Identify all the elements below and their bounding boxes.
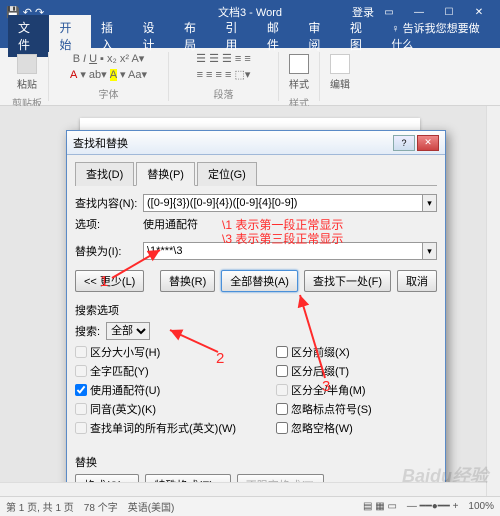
lbl-suffix: 区分后缀(T) <box>291 363 349 379</box>
lbl-ignore-punct: 忽略标点符号(S) <box>291 401 372 417</box>
styles-icon <box>289 54 309 74</box>
tell-me[interactable]: ♀ 告诉我您想要做什么 <box>381 16 500 56</box>
tab-references[interactable]: 引用 <box>215 15 256 57</box>
find-dropdown[interactable]: ▾ <box>423 194 437 212</box>
button-row: << 更少(L) 替换(R) 全部替换(A) 查找下一处(F) 取消 <box>75 270 437 292</box>
tab-design[interactable]: 设计 <box>132 15 173 57</box>
font-color-controls[interactable]: A▾ ab▾ A▾ Aa▾ <box>70 68 147 81</box>
lbl-ignore-space: 忽略空格(W) <box>291 420 353 436</box>
chk-sounds-like <box>75 403 87 415</box>
scrollbar-horizontal[interactable] <box>0 482 486 496</box>
tab-find[interactable]: 查找(D) <box>75 162 134 186</box>
chk-ignore-space[interactable] <box>276 422 288 434</box>
search-dir-label: 搜索: <box>75 323 100 339</box>
replace-all-button[interactable]: 全部替换(A) <box>221 270 298 292</box>
tab-review[interactable]: 审阅 <box>298 15 339 57</box>
lbl-sounds-like: 同音(英文)(K) <box>90 401 156 417</box>
app-title: 文档3 - Word <box>218 4 282 20</box>
options-value: 使用通配符 <box>143 216 198 232</box>
group-clipboard: 粘贴 剪贴板 <box>6 52 49 101</box>
chk-match-case <box>75 346 87 358</box>
find-next-button[interactable]: 查找下一处(F) <box>304 270 391 292</box>
view-buttons[interactable]: ▤ ▦ ▭ <box>363 501 397 512</box>
tab-view[interactable]: 视图 <box>340 15 381 57</box>
group-font: B I U ▪ x₂ x² A▾ A▾ ab▾ A▾ Aa▾ 字体 <box>49 52 169 101</box>
dialog-help-button[interactable]: ? <box>393 135 415 151</box>
chk-full-half <box>276 384 288 396</box>
styles-label: 样式 <box>289 76 309 91</box>
chk-prefix[interactable] <box>276 346 288 358</box>
chk-ignore-punct[interactable] <box>276 403 288 415</box>
scrollbar-vertical[interactable] <box>486 106 500 496</box>
styles-button[interactable]: 样式 <box>285 52 313 93</box>
statusbar: 第 1 页, 共 1 页 78 个字 英语(美国) ▤ ▦ ▭ — ━━●━━ … <box>0 496 500 516</box>
dialog-title: 查找和替换 <box>73 135 128 151</box>
status-lang[interactable]: 英语(美国) <box>128 499 175 514</box>
status-words[interactable]: 78 个字 <box>84 499 118 514</box>
chk-suffix[interactable] <box>276 365 288 377</box>
tab-goto[interactable]: 定位(G) <box>197 162 257 186</box>
options-label: 选项: <box>75 216 143 232</box>
dialog-body: 查找(D) 替换(P) 定位(G) 查找内容(N): ▾ 选项: 使用通配符 替… <box>67 155 445 504</box>
chk-whole-word <box>75 365 87 377</box>
editing-button[interactable]: 编辑 <box>326 52 354 93</box>
replace-label: 替换为(I): <box>75 243 143 259</box>
tab-home[interactable]: 开始 <box>49 15 90 57</box>
align-controls[interactable]: ≡ ≡ ≡ ≡ ⬚▾ <box>197 68 251 81</box>
list-controls[interactable]: ☰ ☰ ☰ ≡ ≡ <box>196 52 251 65</box>
paste-label: 粘贴 <box>17 76 37 91</box>
group-styles: 样式 样式 <box>279 52 320 101</box>
lbl-whole-word: 全字匹配(Y) <box>90 363 149 379</box>
editing-label: 编辑 <box>330 76 350 91</box>
less-button[interactable]: << 更少(L) <box>75 270 144 292</box>
font-label: 字体 <box>99 86 119 101</box>
paste-button[interactable]: 粘贴 <box>13 52 41 93</box>
find-label: 查找内容(N): <box>75 195 143 211</box>
lbl-wildcards: 使用通配符(U) <box>90 382 160 398</box>
chk-all-forms <box>75 422 87 434</box>
tab-layout[interactable]: 布局 <box>174 15 215 57</box>
search-options-label: 搜索选项 <box>75 302 437 318</box>
replace-dropdown[interactable]: ▾ <box>423 242 437 260</box>
replace-button[interactable]: 替换(R) <box>160 270 215 292</box>
lbl-full-half: 区分全/半角(M) <box>291 382 366 398</box>
chk-wildcards[interactable] <box>75 384 87 396</box>
lbl-all-forms: 查找单词的所有形式(英文)(W) <box>90 420 236 436</box>
tab-mailings[interactable]: 邮件 <box>257 15 298 57</box>
dialog-close-button[interactable]: ✕ <box>417 135 439 151</box>
group-paragraph: ☰ ☰ ☰ ≡ ≡ ≡ ≡ ≡ ≡ ⬚▾ 段落 <box>169 52 279 101</box>
replace-section-label: 替换 <box>75 454 437 470</box>
group-editing: 编辑 <box>320 52 360 101</box>
paragraph-label: 段落 <box>214 86 234 101</box>
dialog-tabs: 查找(D) 替换(P) 定位(G) <box>75 161 437 186</box>
find-input[interactable] <box>143 194 423 212</box>
find-icon <box>330 54 350 74</box>
tab-replace[interactable]: 替换(P) <box>136 162 195 186</box>
cancel-button[interactable]: 取消 <box>397 270 437 292</box>
font-controls[interactable]: B I U ▪ x₂ x² A▾ <box>73 52 145 65</box>
search-dir-select[interactable]: 全部 <box>106 322 150 340</box>
options-grid: 区分大小写(H) 全字匹配(Y) 使用通配符(U) 同音(英文)(K) 查找单词… <box>75 344 437 436</box>
tab-file[interactable]: 文件 <box>8 15 49 57</box>
paste-icon <box>17 54 37 74</box>
lbl-prefix: 区分前缀(X) <box>291 344 350 360</box>
zoom-slider[interactable]: — ━━●━━ + <box>407 501 459 512</box>
tab-insert[interactable]: 插入 <box>91 15 132 57</box>
find-replace-dialog: 查找和替换 ? ✕ 查找(D) 替换(P) 定位(G) 查找内容(N): ▾ 选… <box>66 130 446 505</box>
ribbon: 粘贴 剪贴板 B I U ▪ x₂ x² A▾ A▾ ab▾ A▾ Aa▾ 字体… <box>0 48 500 106</box>
dialog-titlebar[interactable]: 查找和替换 ? ✕ <box>67 131 445 155</box>
ribbon-tabs: 文件 开始 插入 设计 布局 引用 邮件 审阅 视图 ♀ 告诉我您想要做什么 <box>0 24 500 48</box>
status-zoom[interactable]: 100% <box>468 501 494 512</box>
lbl-match-case: 区分大小写(H) <box>90 344 160 360</box>
replace-input[interactable] <box>143 242 423 260</box>
status-page[interactable]: 第 1 页, 共 1 页 <box>6 499 74 514</box>
